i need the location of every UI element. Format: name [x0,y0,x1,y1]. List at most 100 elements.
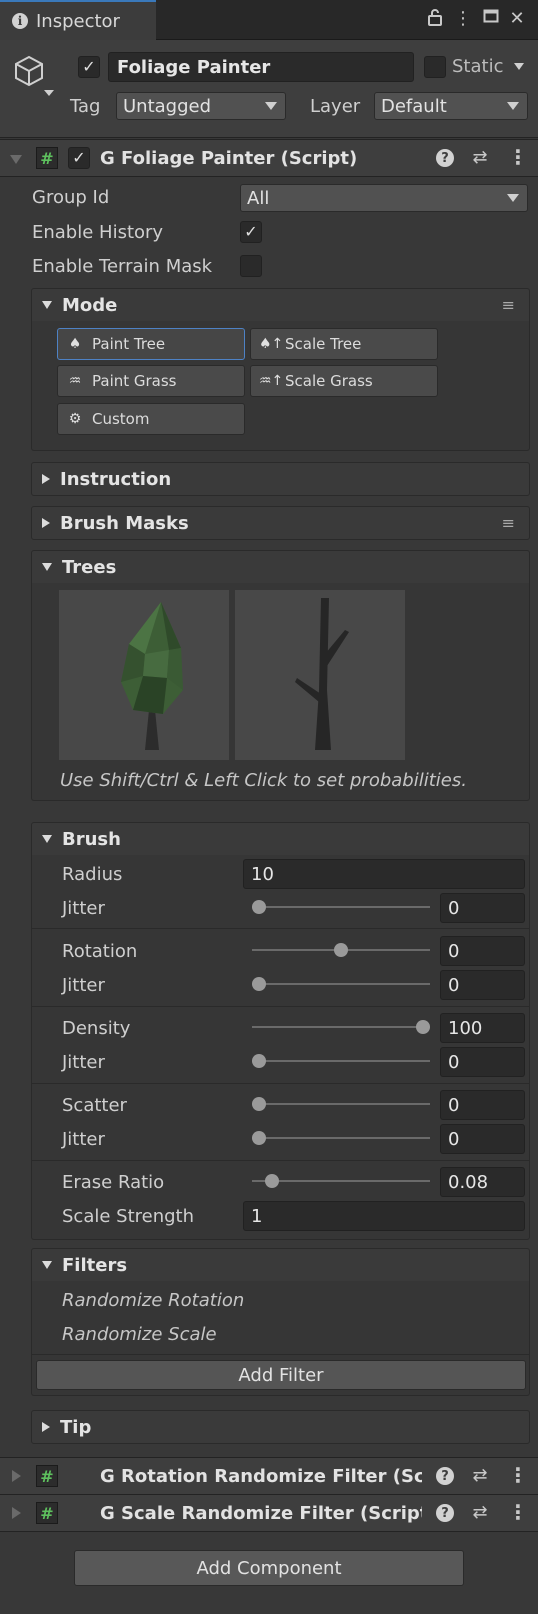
filters-section-header[interactable]: Filters [31,1248,530,1282]
slider-handle[interactable] [416,1020,430,1034]
foldout-closed-icon [42,474,50,484]
gameobject-name-field[interactable]: Foliage Painter [108,52,414,82]
divider [32,1160,530,1161]
density-jitter-field[interactable]: 0 [440,1047,525,1077]
add-component-button[interactable]: Add Component [74,1550,464,1586]
instruction-section-header[interactable]: Instruction [31,462,530,496]
slider-handle[interactable] [252,1054,266,1068]
help-icon[interactable]: ? [436,149,454,167]
tag-dropdown[interactable]: Untagged [116,92,286,120]
lock-icon[interactable] [424,8,446,31]
slider-handle[interactable] [252,1097,266,1111]
slider-track [252,906,430,908]
brush-title: Brush [62,828,121,850]
chevron-down-icon [507,194,519,202]
mode-button-scale-tree[interactable]: ♠↑ Scale Tree [250,328,438,360]
static-label[interactable]: Static [452,56,503,77]
group-id-dropdown[interactable]: All [240,184,528,212]
mode-button-scale-grass[interactable]: ♒↑ Scale Grass [250,365,438,397]
component-header-scale-randomize-filter[interactable]: # G Scale Randomize Filter (Script ? ⇄ ⋮ [0,1494,538,1532]
component-menu-icon[interactable]: ⋮ [508,145,528,169]
scale-tree-icon: ♠↑ [259,336,284,352]
foldout-closed-icon[interactable] [12,1470,21,1482]
scale-strength-label: Scale Strength [62,1206,195,1227]
density-jitter-slider[interactable] [252,1051,430,1071]
enable-terrain-mask-checkbox[interactable] [240,255,262,277]
scatter-slider[interactable] [252,1094,430,1114]
maximize-icon[interactable] [480,8,502,29]
section-menu-icon[interactable]: ≡ [502,514,515,533]
foldout-arrow-icon[interactable] [10,155,22,164]
chevron-down-icon [507,102,519,110]
brush-masks-title: Brush Masks [60,512,189,534]
filter-item[interactable]: Randomize Rotation [62,1290,244,1311]
static-dropdown-arrow[interactable] [514,63,524,70]
component-header-foliage-painter[interactable]: # ✓ G Foliage Painter (Script) ? ⇄ ⋮ [0,139,538,177]
enable-terrain-mask-label: Enable Terrain Mask [32,256,213,277]
gameobject-active-checkbox[interactable]: ✓ [78,56,100,78]
bare-tree-thumbnail[interactable] [235,590,405,760]
help-icon[interactable]: ? [436,1504,454,1522]
close-icon[interactable]: ✕ [506,8,528,29]
erase-ratio-slider[interactable] [252,1171,430,1191]
icon-dropdown-arrow[interactable] [44,90,54,96]
slider-handle[interactable] [252,1131,266,1145]
mode-button-paint-tree[interactable]: ♠ Paint Tree [57,328,245,360]
component-enabled-checkbox[interactable]: ✓ [68,147,90,169]
mode-button-custom[interactable]: ⚙ Custom [57,403,245,435]
trees-section-header[interactable]: Trees [31,550,530,584]
scatter-jitter-slider[interactable] [252,1128,430,1148]
mode-button-paint-grass[interactable]: ♒ Paint Grass [57,365,245,397]
radius-jitter-slider[interactable] [252,897,430,917]
brush-masks-section-header[interactable]: Brush Masks ≡ [31,506,530,540]
density-slider[interactable] [252,1017,430,1037]
brush-section-header[interactable]: Brush [31,822,530,856]
scatter-jitter-field[interactable]: 0 [440,1124,525,1154]
presets-icon[interactable]: ⇄ [470,147,490,168]
rotation-jitter-slider[interactable] [252,974,430,994]
component-header-rotation-randomize-filter[interactable]: # G Rotation Randomize Filter (Scr ? ⇄ ⋮ [0,1457,538,1495]
help-icon[interactable]: ? [436,1467,454,1485]
enable-history-label: Enable History [32,222,164,243]
enable-history-checkbox[interactable]: ✓ [240,221,262,243]
scale-strength-field[interactable]: 1 [243,1201,525,1231]
tip-title: Tip [60,1416,92,1438]
density-label: Density [62,1018,131,1039]
erase-ratio-field[interactable]: 0.08 [440,1167,525,1197]
tab-inspector[interactable]: i Inspector [0,0,156,40]
mode-button-label: Paint Grass [92,372,177,390]
scatter-label: Scatter [62,1095,127,1116]
radius-field[interactable]: 10 [243,859,525,889]
slider-handle[interactable] [334,943,348,957]
static-checkbox[interactable] [424,56,446,78]
slider-handle[interactable] [265,1174,280,1188]
presets-icon[interactable]: ⇄ [470,1465,490,1486]
add-filter-button[interactable]: Add Filter [36,1360,526,1390]
component-menu-icon[interactable]: ⋮ [508,1500,528,1524]
foldout-closed-icon[interactable] [12,1507,21,1519]
filter-item[interactable]: Randomize Scale [62,1324,217,1345]
kebab-menu-icon[interactable]: ⋮ [452,8,474,29]
slider-handle[interactable] [252,977,266,991]
scatter-field[interactable]: 0 [440,1090,525,1120]
component-menu-icon[interactable]: ⋮ [508,1463,528,1487]
divider [32,1354,530,1355]
tip-section-header[interactable]: Tip [31,1410,530,1444]
layer-label: Layer [310,96,361,117]
section-menu-icon[interactable]: ≡ [502,296,515,315]
leafy-tree-thumbnail[interactable] [59,590,229,760]
rotation-jitter-field[interactable]: 0 [440,970,525,1000]
foldout-open-icon [42,835,52,843]
radius-jitter-field[interactable]: 0 [440,893,525,923]
component-title: G Rotation Randomize Filter (Scr [100,1466,422,1487]
presets-icon[interactable]: ⇄ [470,1502,490,1523]
info-icon: i [12,13,28,29]
cube-icon [12,54,46,93]
chevron-down-icon [265,102,277,110]
rotation-slider[interactable] [252,940,430,960]
density-field[interactable]: 100 [440,1013,525,1043]
slider-handle[interactable] [252,900,266,914]
rotation-field[interactable]: 0 [440,936,525,966]
layer-dropdown[interactable]: Default [374,92,528,120]
mode-section-header[interactable]: Mode ≡ [31,288,530,322]
